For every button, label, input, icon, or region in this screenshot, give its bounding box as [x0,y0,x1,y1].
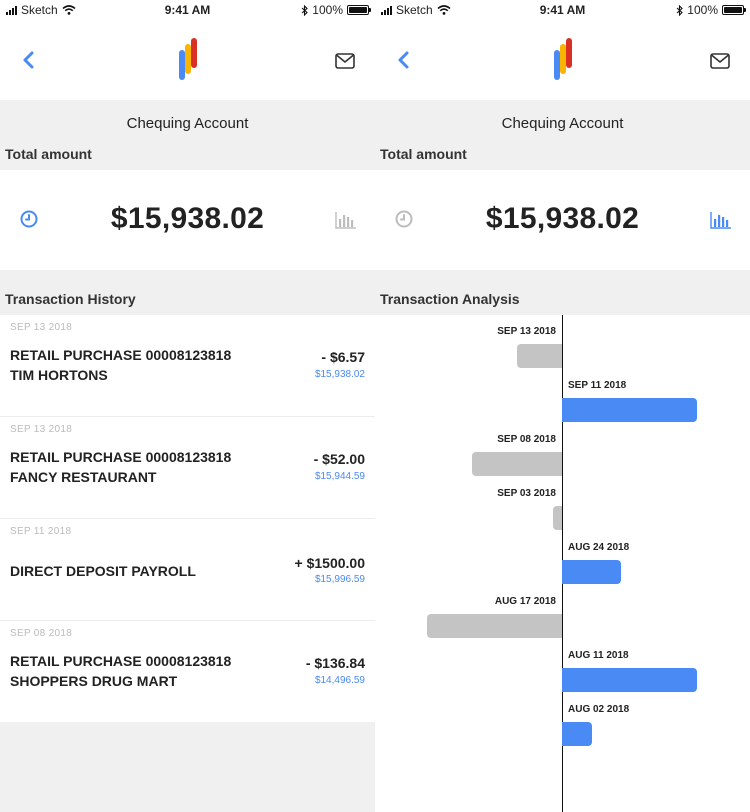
transaction-amount: - $52.00 [313,451,365,467]
transaction-analysis-chart: SEP 13 2018 SEP 11 2018 SEP 08 2018 SEP 03 … [375,315,750,812]
envelope-icon[interactable] [707,50,733,72]
deposit-bar[interactable] [562,398,697,422]
bluetooth-icon [676,4,684,16]
transaction-date: SEP 13 2018 [10,322,73,333]
battery-percent: 100% [687,3,718,17]
deposit-bar[interactable] [562,560,621,584]
envelope-icon[interactable] [332,50,358,72]
transaction-merchant: FANCY RESTAURANT [10,469,157,485]
transaction-desc-line: RETAIL PURCHASE 00008123818 [10,347,232,363]
withdrawal-bar[interactable] [553,506,562,530]
bar-chart-icon[interactable] [709,210,733,230]
battery-percent: 100% [312,3,343,17]
transaction-description: RETAIL PURCHASE 00008123818 TIM HORTONS [10,345,231,385]
amount-card: $15,938.02 [375,170,750,270]
battery-icon [347,5,371,15]
status-bar: Sketch 9:41 AM 100% [0,0,375,22]
chevron-left-icon[interactable] [18,46,42,74]
chevron-left-icon[interactable] [393,46,417,74]
transaction-balance: $14,496.59 [314,675,365,686]
withdrawal-bar[interactable] [517,344,562,368]
account-title: Chequing Account [501,115,624,132]
transaction-desc-line: DIRECT DEPOSIT PAYROLL [10,563,196,579]
total-amount: $15,938.02 [485,202,640,235]
nav-bar [375,22,750,100]
status-bar: Sketch 9:41 AM 100% [375,0,750,22]
total-amount-label: Total amount [380,146,467,162]
transaction-row[interactable]: SEP 11 2018 DIRECT DEPOSIT PAYROLL + $15… [0,519,375,621]
transaction-row[interactable]: SEP 13 2018 RETAIL PURCHASE 00008123818 … [0,417,375,519]
withdrawal-bar[interactable] [427,614,562,638]
transaction-amount: - $6.57 [321,349,365,365]
total-amount: $15,938.02 [110,202,265,235]
transaction-date: SEP 13 2018 [10,424,73,435]
app-logo [179,38,197,80]
withdrawal-bar[interactable] [472,452,562,476]
transaction-balance: $15,938.02 [314,369,365,380]
transaction-date: SEP 11 2018 [10,526,72,537]
nav-bar [0,22,375,100]
total-amount-label: Total amount [5,146,92,162]
analysis-title: Transaction Analysis [380,291,520,307]
transaction-desc-line: RETAIL PURCHASE 00008123818 [10,653,232,669]
bar-date-label: AUG 17 2018 [494,596,556,607]
bar-chart-icon[interactable] [334,210,358,230]
analysis-screen: Sketch 9:41 AM 100% Chequing Account Tot… [375,0,750,812]
amount-card: $15,938.02 [0,170,375,270]
bar-date-label: AUG 02 2018 [568,704,630,715]
transaction-balance: $15,996.59 [314,574,365,585]
bluetooth-icon [301,4,309,16]
bar-date-label: AUG 11 2018 [568,650,629,661]
bar-date-label: SEP 08 2018 [497,434,556,445]
transaction-merchant: TIM HORTONS [10,367,108,383]
app-logo [554,38,572,80]
deposit-bar[interactable] [562,668,697,692]
transaction-date: SEP 08 2018 [10,628,73,639]
history-title: Transaction History [5,291,136,307]
transaction-description: RETAIL PURCHASE 00008123818 FANCY RESTAU… [10,447,231,487]
transaction-description: DIRECT DEPOSIT PAYROLL [10,561,196,581]
bar-date-label: SEP 13 2018 [497,326,556,337]
transaction-merchant: SHOPPERS DRUG MART [10,673,178,689]
battery-icon [722,5,746,15]
bar-date-label: AUG 24 2018 [568,542,630,553]
transaction-amount: + $1500.00 [294,555,365,571]
battery-area: 100% [676,3,746,17]
transaction-row[interactable]: SEP 13 2018 RETAIL PURCHASE 00008123818 … [0,315,375,417]
transaction-desc-line: RETAIL PURCHASE 00008123818 [10,449,232,465]
history-screen: Sketch 9:41 AM 100% Chequing Account Tot… [0,0,375,812]
bar-date-label: SEP 11 2018 [568,380,627,391]
transaction-amount: - $136.84 [305,655,365,671]
transaction-list: SEP 13 2018 RETAIL PURCHASE 00008123818 … [0,315,375,722]
deposit-bar[interactable] [562,722,592,746]
transaction-row[interactable]: SEP 08 2018 RETAIL PURCHASE 00008123818 … [0,621,375,722]
transaction-balance: $15,944.59 [314,471,365,482]
bar-date-label: SEP 03 2018 [497,488,556,499]
transaction-description: RETAIL PURCHASE 00008123818 SHOPPERS DRU… [10,651,231,691]
account-title: Chequing Account [126,115,249,132]
battery-area: 100% [301,3,371,17]
